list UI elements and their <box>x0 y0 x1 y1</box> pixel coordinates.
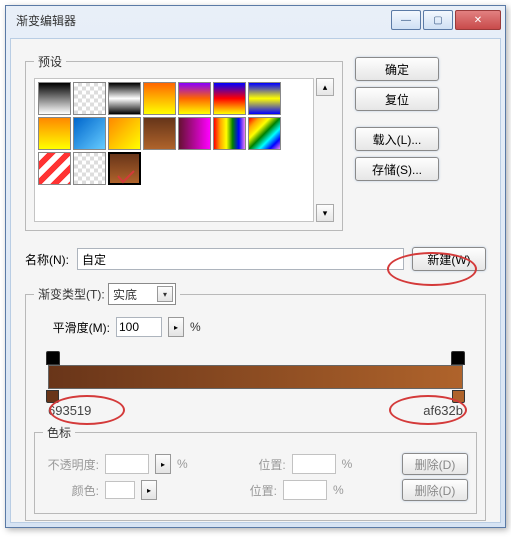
position2-input <box>283 480 327 500</box>
window-controls: — ▢ ✕ <box>391 10 501 30</box>
opacity-input <box>105 454 149 474</box>
right-color-annotation: af632b <box>423 403 463 418</box>
presets-legend: 预设 <box>34 53 66 70</box>
delete-color-stop-button: 删除(D) <box>402 479 468 501</box>
gradient-editor-window: 渐变编辑器 — ▢ ✕ 预设 <box>5 5 506 528</box>
opacity-stop-left[interactable] <box>46 351 60 365</box>
preset-swatch[interactable] <box>248 117 281 150</box>
minimize-button[interactable]: — <box>391 10 421 30</box>
name-label: 名称(N): <box>25 251 69 268</box>
save-button[interactable]: 存储(S)... <box>355 157 439 181</box>
percent-label: % <box>190 320 201 334</box>
scroll-up-button[interactable]: ▴ <box>316 78 334 96</box>
position2-pct: % <box>333 483 344 497</box>
gradient-type-fieldset: 渐变类型(T): 实底 ▾ 平滑度(M): ▸ % 693519 af632b … <box>25 283 486 521</box>
titlebar[interactable]: 渐变编辑器 — ▢ ✕ <box>6 6 505 34</box>
delete-opacity-stop-button: 删除(D) <box>402 453 468 475</box>
preset-swatch[interactable] <box>73 82 106 115</box>
preset-swatch[interactable] <box>248 82 281 115</box>
color-swatch <box>105 481 135 499</box>
preset-swatch[interactable] <box>38 152 71 185</box>
window-title: 渐变编辑器 <box>16 12 391 29</box>
color-picker-arrow: ▸ <box>141 480 157 500</box>
new-button[interactable]: 新建(W) <box>412 247 486 271</box>
opacity-stepper: ▸ <box>155 454 171 474</box>
smoothness-label: 平滑度(M): <box>34 319 110 336</box>
preset-swatch[interactable] <box>178 82 211 115</box>
position-label: 位置: <box>230 456 286 473</box>
preset-swatch[interactable] <box>38 117 71 150</box>
preset-swatch[interactable] <box>213 117 246 150</box>
preset-swatch[interactable] <box>213 82 246 115</box>
preset-swatch[interactable] <box>108 82 141 115</box>
position-input <box>292 454 336 474</box>
close-button[interactable]: ✕ <box>455 10 501 30</box>
stops-legend: 色标 <box>43 424 75 441</box>
gradient-bar[interactable] <box>48 365 463 389</box>
presets-grid[interactable] <box>34 78 314 222</box>
smoothness-stepper[interactable]: ▸ <box>168 317 184 337</box>
preset-swatch[interactable] <box>38 82 71 115</box>
preset-swatch[interactable] <box>73 117 106 150</box>
color-stop-left[interactable] <box>46 390 59 403</box>
opacity-label: 不透明度: <box>43 456 99 473</box>
position-pct: % <box>342 457 353 471</box>
color-label: 颜色: <box>43 482 99 499</box>
stops-fieldset: 色标 不透明度: ▸ % 位置: % 删除(D) 颜色: ▸ 位置: % 删除(… <box>34 424 477 514</box>
gradient-track[interactable] <box>34 355 477 399</box>
opacity-pct: % <box>177 457 188 471</box>
reset-button[interactable]: 复位 <box>355 87 439 111</box>
presets-fieldset: 预设 ▴ <box>25 53 343 231</box>
color-stop-right[interactable] <box>452 390 465 403</box>
position2-label: 位置: <box>221 482 277 499</box>
maximize-button[interactable]: ▢ <box>423 10 453 30</box>
dropdown-arrow-icon: ▾ <box>157 286 173 302</box>
preset-swatch-selected[interactable] <box>108 152 141 185</box>
preset-swatch[interactable] <box>143 117 176 150</box>
preset-swatch[interactable] <box>178 117 211 150</box>
scroll-down-button[interactable]: ▾ <box>316 204 334 222</box>
smoothness-input[interactable] <box>116 317 162 337</box>
ok-button[interactable]: 确定 <box>355 57 439 81</box>
side-button-panel: 确定 复位 载入(L)... 存储(S)... <box>355 53 439 231</box>
preset-swatch[interactable] <box>73 152 106 185</box>
client-area: 预设 ▴ <box>10 38 501 523</box>
preset-swatch[interactable] <box>143 82 176 115</box>
preset-swatch[interactable] <box>108 117 141 150</box>
gradient-type-legend: 渐变类型(T): <box>38 288 105 302</box>
left-color-annotation: 693519 <box>48 403 91 418</box>
load-button[interactable]: 载入(L)... <box>355 127 439 151</box>
opacity-stop-right[interactable] <box>451 351 465 365</box>
gradient-type-select[interactable]: 实底 ▾ <box>108 283 176 305</box>
gradient-type-value: 实底 <box>113 286 137 303</box>
name-input[interactable] <box>77 248 404 270</box>
